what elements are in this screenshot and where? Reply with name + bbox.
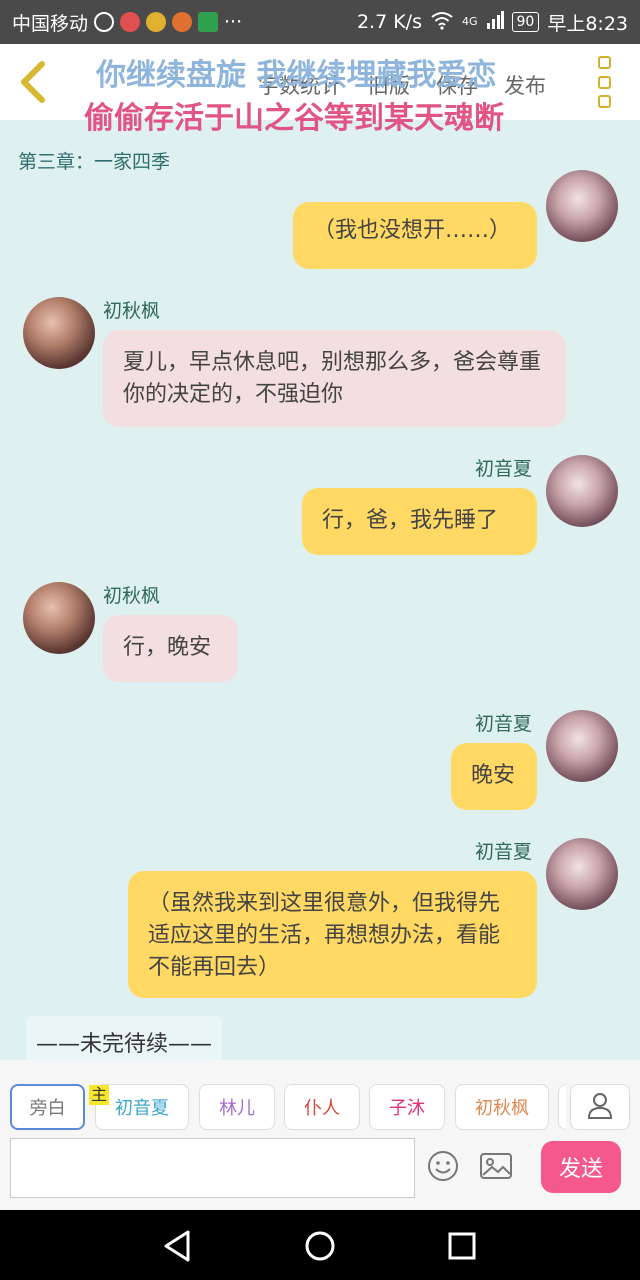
bulb-icon [146, 12, 167, 32]
speaker-name: 初音夏 [475, 458, 533, 480]
role-narrator[interactable]: 旁白 [10, 1084, 85, 1130]
app-notification-icon [120, 12, 141, 32]
home-nav-icon[interactable] [300, 1226, 340, 1266]
more-notifications: ··· [224, 11, 243, 33]
main-character-tag: 主 [89, 1085, 110, 1105]
publish-button[interactable]: 发布 [504, 70, 546, 100]
manage-roles-button[interactable] [570, 1084, 630, 1130]
role-label: 子沐 [389, 1098, 425, 1119]
back-button[interactable] [16, 58, 52, 106]
message-bubble[interactable]: （虽然我来到这里很意外，但我得先适应这里的生活，再想想办法，看能不能再回去） [128, 871, 537, 998]
game-icon [172, 12, 193, 32]
avatar-chuyinxia[interactable] [546, 710, 618, 782]
role-chuqiufeng[interactable]: 初秋枫 [455, 1084, 549, 1130]
speaker-name: 初秋枫 [103, 300, 161, 322]
image-icon [479, 1151, 513, 1185]
role-overflow[interactable] [558, 1084, 566, 1130]
role-label: 仆人 [304, 1098, 340, 1119]
wifi-icon [430, 10, 454, 35]
menu-icon[interactable] [598, 56, 614, 108]
emoji-button[interactable] [425, 1150, 461, 1186]
navigation-bar [0, 1210, 640, 1280]
role-servant[interactable]: 仆人 [284, 1084, 360, 1130]
lyrics-line-1: 你继续盘旋 我继续埋藏我爱恋 [96, 58, 497, 93]
message-bubble[interactable]: 晚安 [451, 743, 537, 810]
status-bar: 中国移动 ··· 2.7 K/s 4G 90 早上8:23 [0, 0, 640, 44]
speaker-name: 初秋枫 [103, 585, 161, 607]
lyrics-line-2: 偷偷存活于山之谷等到某天魂断 [84, 101, 504, 136]
message-bubble[interactable]: 行，爸，我先睡了 [302, 488, 537, 555]
k-app-icon [94, 12, 115, 32]
role-chuyinxia[interactable]: 初音夏 [95, 1084, 189, 1130]
smiley-icon [426, 1149, 460, 1187]
image-button[interactable] [478, 1150, 514, 1186]
role-label: 旁白 [29, 1098, 66, 1119]
chapter-title: 第三章：一家四季 [18, 151, 171, 173]
speaker-name: 初音夏 [475, 713, 533, 735]
signal-icon [486, 10, 504, 34]
avatar-chuyinxia[interactable] [546, 170, 618, 242]
avatar-chuqiufeng[interactable] [23, 297, 95, 369]
carrier-label: 中国移动 [12, 12, 89, 35]
network-type: 4G [461, 14, 478, 28]
message-bubble[interactable]: 夏儿，早点休息吧，别想那么多，爸会尊重你的决定的，不强迫你 [103, 330, 566, 427]
message-bubble[interactable]: 行，晚安 [103, 615, 238, 682]
avatar-chuyinxia[interactable] [546, 838, 618, 910]
role-zimu[interactable]: 子沐 [369, 1084, 445, 1130]
role-liner[interactable]: 林儿 [199, 1084, 275, 1130]
role-label: 林儿 [219, 1098, 255, 1119]
speaker-name: 初音夏 [475, 841, 533, 863]
recents-nav-icon[interactable] [442, 1226, 482, 1266]
avatar-chuqiufeng[interactable] [23, 582, 95, 654]
clock: 早上8:23 [547, 12, 628, 35]
message-input[interactable] [10, 1138, 415, 1198]
back-nav-icon[interactable] [158, 1226, 198, 1266]
send-button[interactable]: 发送 [541, 1141, 621, 1193]
network-speed: 2.7 K/s [356, 11, 422, 33]
avatar-chuyinxia[interactable] [546, 455, 618, 527]
battery-indicator: 90 [511, 12, 540, 32]
role-label: 初音夏 [115, 1098, 169, 1119]
message-bubble[interactable]: （我也没想开……） [293, 202, 537, 269]
play-store-icon [198, 12, 219, 32]
user-icon [587, 1091, 613, 1123]
role-label: 初秋枫 [475, 1098, 529, 1119]
